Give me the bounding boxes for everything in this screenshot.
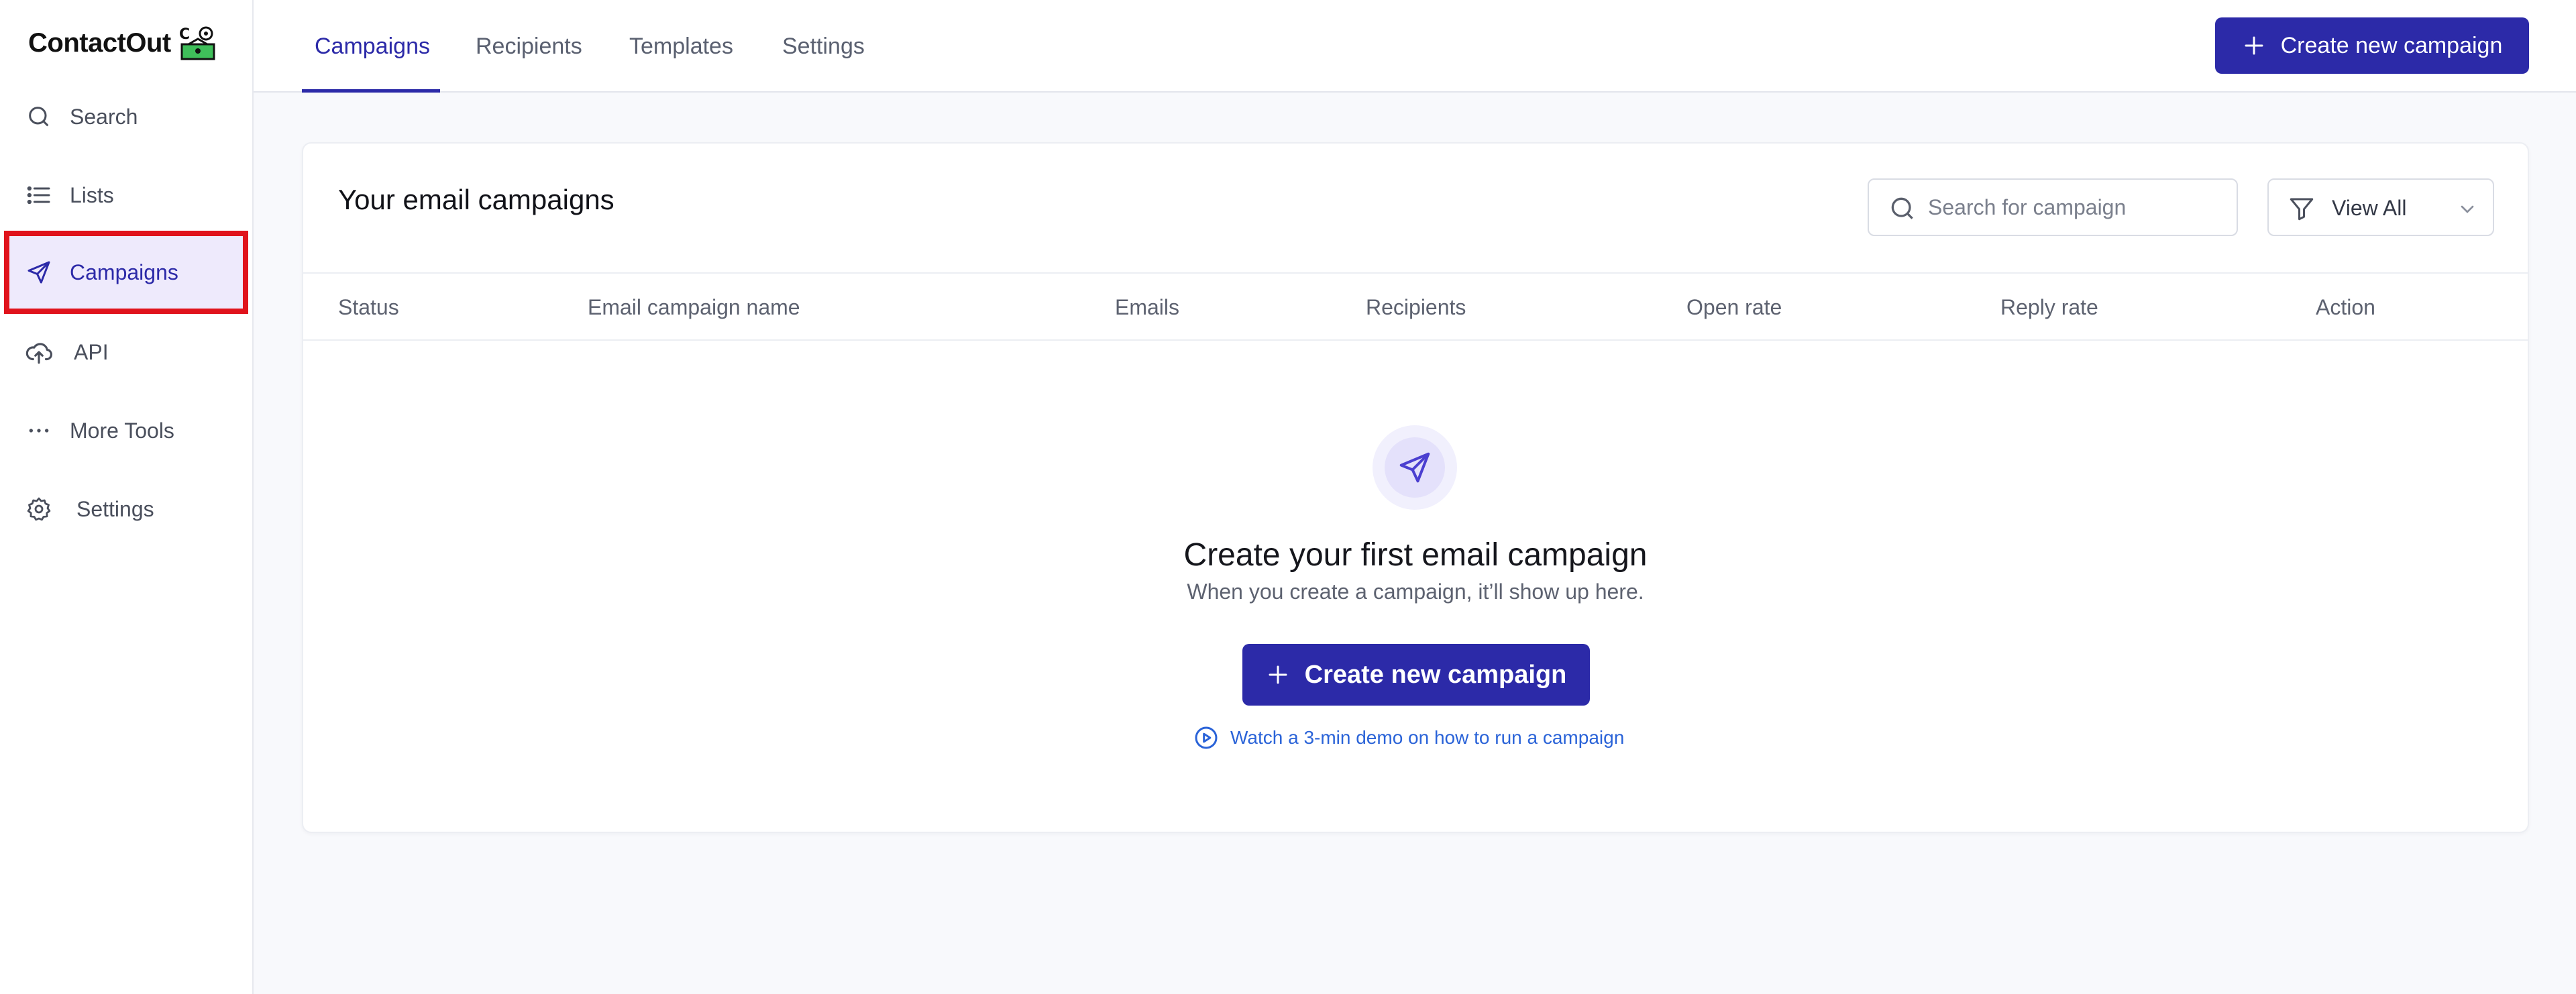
- tab-settings[interactable]: Settings: [782, 0, 865, 93]
- cloud-upload-icon: [24, 337, 54, 367]
- gear-icon: [24, 494, 54, 524]
- sidebar-item-lists[interactable]: Lists: [4, 154, 248, 237]
- sidebar-item-search[interactable]: Search: [4, 75, 248, 158]
- list-icon: [24, 180, 54, 210]
- campaigns-card: Your email campaigns View All Status Ema…: [302, 142, 2529, 833]
- empty-state-subtitle: When you create a campaign, it’ll show u…: [1187, 579, 1644, 604]
- active-tab-indicator: [302, 89, 440, 93]
- empty-state-title: Create your first email campaign: [1183, 537, 1648, 573]
- button-label: Create new campaign: [2280, 32, 2503, 58]
- column-header-open-rate: Open rate: [1686, 295, 1782, 319]
- search-input[interactable]: [1928, 180, 2223, 235]
- top-navigation: Campaigns Recipients Templates Settings …: [254, 0, 2576, 93]
- play-circle-icon: [1195, 726, 1218, 749]
- sidebar-item-api[interactable]: API: [4, 311, 248, 394]
- column-header-name: Email campaign name: [588, 295, 800, 319]
- filter-label: View All: [2332, 196, 2407, 220]
- search-icon: [1891, 197, 1913, 219]
- sidebar: ContactOut C Search Lists Campaigns API …: [0, 0, 254, 994]
- chevron-down-icon: [2461, 205, 2474, 213]
- button-label: Create new campaign: [1304, 660, 1567, 689]
- svg-text:C: C: [179, 26, 190, 43]
- column-header-status: Status: [338, 295, 399, 319]
- sidebar-item-label: API: [74, 339, 109, 364]
- sidebar-item-label: Lists: [70, 182, 114, 207]
- campaign-search: [1868, 178, 2238, 236]
- search-icon: [24, 102, 54, 131]
- send-icon: [24, 258, 54, 287]
- sidebar-item-campaigns[interactable]: Campaigns: [4, 231, 248, 314]
- column-header-action: Action: [2316, 295, 2375, 319]
- column-header-recipients: Recipients: [1366, 295, 1466, 319]
- tab-label: Campaigns: [315, 33, 430, 59]
- tab-recipients[interactable]: Recipients: [476, 0, 582, 93]
- sidebar-item-label: More Tools: [70, 418, 174, 443]
- create-first-campaign-button[interactable]: Create new campaign: [1242, 644, 1590, 706]
- empty-state-illustration: [1373, 425, 1457, 510]
- create-new-campaign-button[interactable]: Create new campaign: [2215, 17, 2529, 74]
- send-icon: [1399, 452, 1430, 483]
- tab-campaigns[interactable]: Campaigns: [315, 0, 430, 93]
- column-header-reply-rate: Reply rate: [2000, 295, 2098, 319]
- table-header: Status Email campaign name Emails Recipi…: [303, 272, 2528, 341]
- demo-link-label: Watch a 3-min demo on how to run a campa…: [1230, 727, 1625, 748]
- filter-icon: [2290, 198, 2314, 221]
- sidebar-item-label: Settings: [76, 496, 154, 521]
- plus-icon: [2245, 36, 2263, 55]
- logo-mark-icon: C: [179, 26, 215, 60]
- sidebar-item-settings[interactable]: Settings: [4, 467, 248, 551]
- more-horizontal-icon: [24, 416, 54, 445]
- tab-label: Recipients: [476, 33, 582, 59]
- tab-templates[interactable]: Templates: [629, 0, 733, 93]
- logo-text: ContactOut: [28, 27, 171, 58]
- tab-label: Settings: [782, 33, 865, 59]
- tab-label: Templates: [629, 33, 733, 59]
- plus-icon: [1269, 665, 1287, 684]
- logo[interactable]: ContactOut C: [28, 23, 218, 63]
- watch-demo-link[interactable]: Watch a 3-min demo on how to run a campa…: [1193, 723, 1624, 753]
- view-filter-dropdown[interactable]: View All: [2267, 178, 2494, 236]
- sidebar-item-more-tools[interactable]: More Tools: [4, 389, 248, 472]
- column-header-emails: Emails: [1115, 295, 1180, 319]
- sidebar-item-label: Search: [70, 104, 138, 129]
- page-title: Your email campaigns: [338, 184, 614, 215]
- sidebar-item-label: Campaigns: [70, 260, 178, 284]
